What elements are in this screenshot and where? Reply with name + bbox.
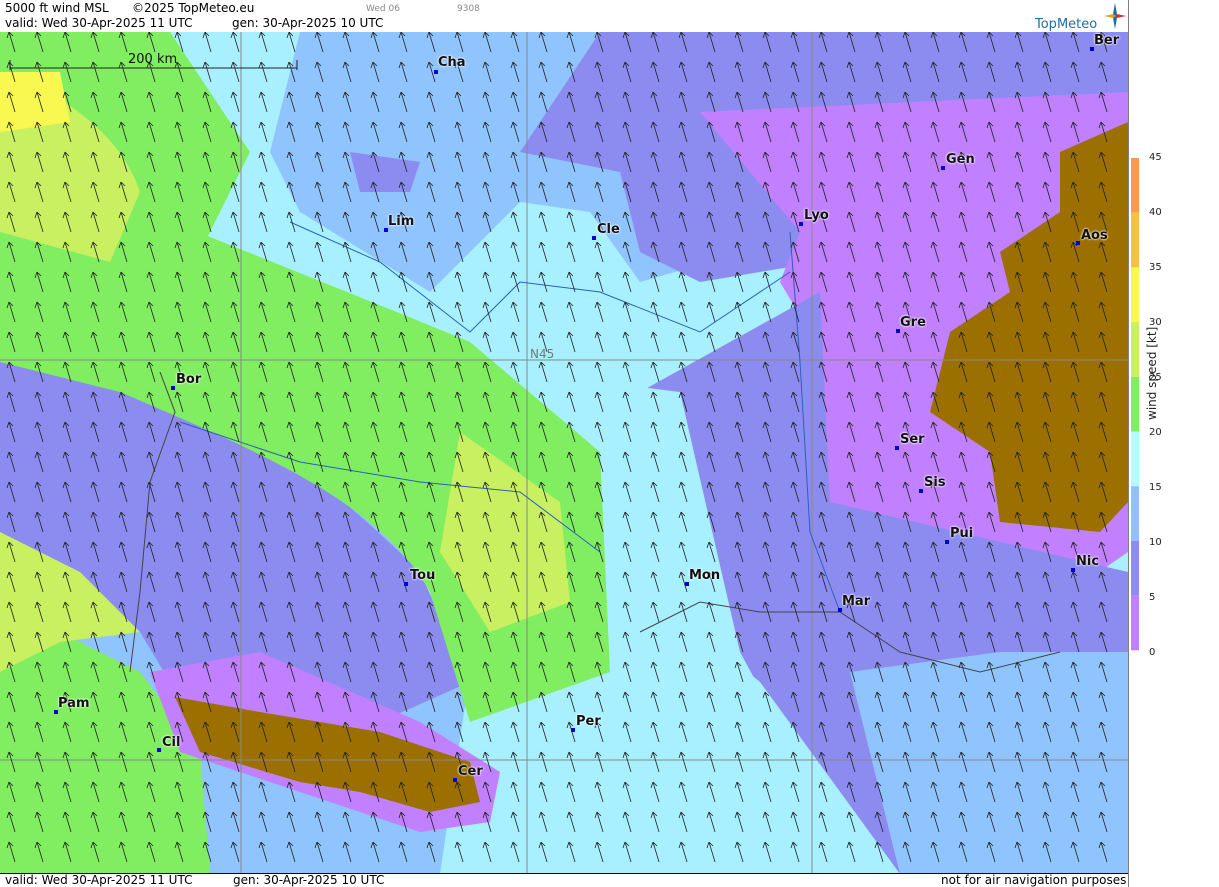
legend-tick: 45 (1149, 152, 1162, 163)
legend-tick: 40 (1149, 207, 1162, 218)
brand-logo-text: TopMeteo (1035, 17, 1098, 32)
legend-color-swatch (1131, 540, 1139, 596)
city-label: Bor (176, 372, 202, 387)
city-marker (157, 748, 161, 752)
city-marker (945, 540, 949, 544)
city-marker (941, 166, 945, 170)
legend-color-swatch (1131, 595, 1139, 651)
copyright-text: ©2025 TopMeteo.eu (132, 1, 255, 15)
city-label: Lim (388, 214, 415, 229)
city-label: Ser (900, 432, 925, 447)
city-marker (592, 236, 596, 240)
city-label: Pui (950, 526, 974, 541)
city-label: Gre (900, 315, 926, 330)
city-label: Per (576, 714, 601, 729)
legend-tick: 5 (1149, 592, 1156, 603)
legend-tick: 10 (1149, 537, 1162, 548)
footer-disclaimer: not for air navigation purposes (941, 873, 1127, 887)
footer-generated-time: gen: 30-Apr-2025 10 UTC (233, 873, 385, 887)
city-marker (895, 446, 899, 450)
city-label: Pam (58, 696, 90, 711)
weather-map-page: 5000 ft wind MSL ©2025 TopMeteo.eu Wed 0… (0, 0, 1219, 887)
city-label: Lyo (804, 208, 829, 223)
city-label: Gen (946, 152, 975, 167)
city-label: Cil (162, 735, 181, 750)
city-marker (404, 582, 408, 586)
city-label: Mon (689, 568, 721, 583)
footer-valid-time: valid: Wed 30-Apr-2025 11 UTC (5, 873, 193, 887)
valid-time: valid: Wed 30-Apr-2025 11 UTC (5, 16, 193, 30)
product-title: 5000 ft wind MSL (5, 1, 109, 15)
city-marker (1071, 568, 1075, 572)
generated-time: gen: 30-Apr-2025 10 UTC (232, 16, 384, 30)
scale-label: 200 km (128, 52, 178, 67)
legend-color-swatch (1131, 431, 1139, 487)
city-label: Mar (842, 594, 871, 609)
legend-tick: 15 (1149, 482, 1162, 493)
city-marker (1076, 241, 1080, 245)
wind-map[interactable]: 200 km N45 Cha Ber Gen Lim Cle Lyo Aos G… (0, 32, 1128, 874)
city-label: Ber (1094, 33, 1120, 48)
run-tag: Wed 06 (366, 4, 400, 14)
latitude-label: N45 (530, 347, 555, 361)
city-marker (171, 386, 175, 390)
city-label: Nic (1076, 554, 1100, 569)
legend-color-swatch (1131, 267, 1139, 323)
compass-logo-icon (1104, 3, 1126, 29)
city-marker (453, 778, 457, 782)
legend-color-swatch (1131, 158, 1139, 213)
city-marker (799, 222, 803, 226)
city-label: Cha (438, 55, 466, 70)
legend-tick: 35 (1149, 262, 1162, 273)
legend-tick: 0 (1149, 647, 1156, 658)
legend-panel (1128, 0, 1139, 887)
city-label: Aos (1081, 228, 1108, 243)
city-marker (434, 70, 438, 74)
legend-tick: 20 (1149, 427, 1162, 438)
legend-title: wind speed [kt] (1145, 326, 1159, 420)
city-label: Cer (458, 764, 483, 779)
city-marker (571, 728, 575, 732)
city-marker (919, 489, 923, 493)
code-tag: 9308 (457, 4, 480, 14)
legend-color-swatch (1131, 322, 1139, 377)
city-label: Cle (597, 222, 620, 237)
city-label: Sis (924, 475, 946, 490)
legend-color-swatch (1131, 212, 1139, 268)
legend-color-swatch (1131, 486, 1139, 541)
legend-color-swatch (1131, 376, 1139, 432)
city-label: Tou (410, 568, 436, 583)
